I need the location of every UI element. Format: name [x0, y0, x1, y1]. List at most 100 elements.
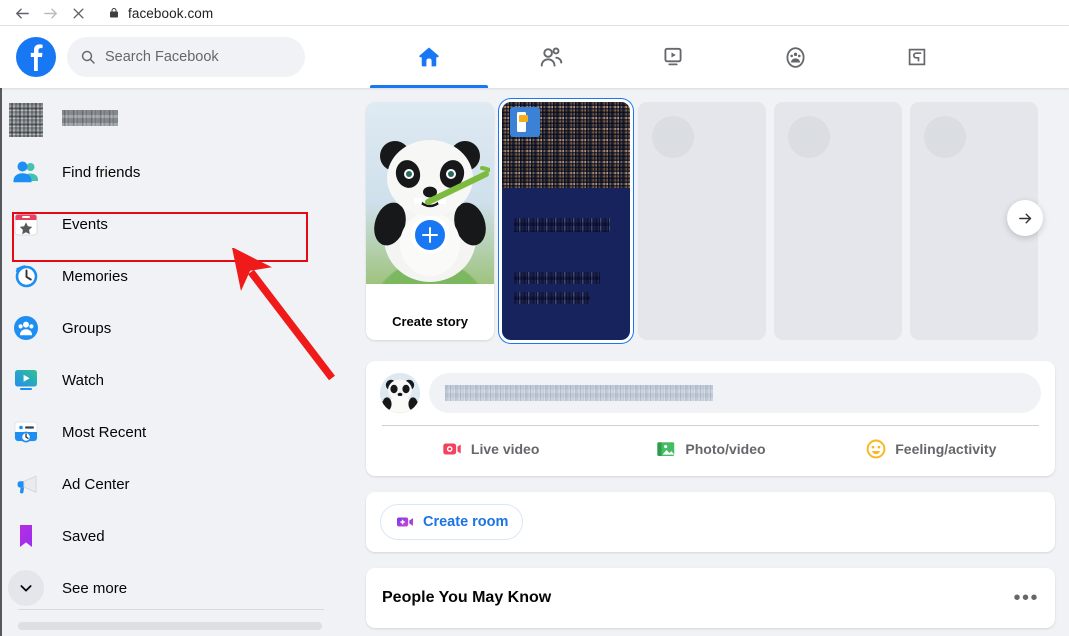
close-icon [73, 8, 83, 18]
redacted-story-caption-2 [514, 272, 600, 284]
avatar [8, 102, 44, 138]
avatar-placeholder [788, 116, 830, 158]
create-room-icon [397, 517, 413, 527]
friends-icon [540, 47, 562, 67]
sidebar-item-events[interactable]: Events [2, 198, 360, 250]
more-options-icon[interactable]: ••• [1013, 588, 1039, 608]
photo-video-button[interactable]: Photo/video [600, 426, 820, 472]
sidebar-item-label: Most Recent [62, 423, 147, 441]
story-card-placeholder[interactable] [638, 102, 766, 340]
sidebar-item-label: Saved [62, 527, 105, 545]
panda-avatar-illustration [380, 373, 420, 413]
create-story-label: Create story [392, 314, 468, 329]
story-card-placeholder[interactable] [774, 102, 902, 340]
sidebar-item-saved[interactable]: Saved [2, 510, 360, 562]
feeling-activity-icon [866, 439, 886, 459]
address-bar[interactable]: facebook.com [108, 6, 213, 21]
sidebar-item-label: Ad Center [62, 475, 130, 493]
sidebar-item-see-more[interactable]: See more [2, 562, 360, 614]
facebook-logo[interactable] [16, 37, 56, 77]
stories-next-button[interactable] [1007, 200, 1043, 236]
watch-icon [8, 362, 44, 398]
tab-home[interactable] [368, 26, 490, 88]
browser-toolbar: facebook.com [0, 0, 1069, 26]
create-room-card: Create room [366, 492, 1055, 552]
sidebar-item-profile[interactable] [2, 94, 360, 146]
photo-video-label: Photo/video [685, 441, 766, 457]
live-video-icon [443, 443, 461, 455]
arrow-left-icon [15, 8, 29, 18]
story-thumbnail [366, 102, 494, 284]
people-you-may-know-card: People You May Know ••• [366, 568, 1055, 628]
sidebar-item-label: Groups [62, 319, 112, 337]
avatar-placeholder [924, 116, 966, 158]
watch-icon [664, 47, 682, 66]
primary-navigation [368, 26, 978, 88]
live-video-button[interactable]: Live video [380, 426, 600, 472]
avatar[interactable] [380, 373, 420, 413]
sidebar-item-label [62, 110, 118, 130]
arrow-right-icon [43, 8, 57, 18]
redacted-composer-text [445, 385, 713, 401]
tab-gaming[interactable] [856, 26, 978, 88]
redacted-story-caption-1 [514, 218, 610, 232]
sidebar-item-label: Find friends [62, 163, 141, 181]
left-sidebar[interactable]: Find friends Events Memories Groups Watc… [0, 88, 360, 636]
news-feed: Create story Live video Photo/video Feel… [360, 88, 1069, 636]
sidebar-item-find-friends[interactable]: Find friends [2, 146, 360, 198]
tab-watch[interactable] [612, 26, 734, 88]
window-edge-rail [0, 88, 2, 636]
chevron-down-icon [20, 585, 32, 592]
create-room-button[interactable]: Create room [380, 504, 524, 540]
composer-input[interactable] [429, 373, 1041, 413]
saved-icon [8, 518, 44, 554]
avatar-placeholder [652, 116, 694, 158]
feeling-activity-label: Feeling/activity [895, 441, 997, 457]
sidebar-item-memories[interactable]: Memories [2, 250, 360, 302]
sidebar-item-label: See more [62, 579, 128, 597]
search-input[interactable]: Search Facebook [67, 37, 305, 77]
sidebar-item-ad-center[interactable]: Ad Center [2, 458, 360, 510]
story-card-photo[interactable] [502, 102, 630, 340]
search-placeholder: Search Facebook [105, 49, 219, 65]
redacted-avatar [9, 103, 43, 137]
see-more-icon-wrap [8, 570, 44, 606]
sidebar-item-groups[interactable]: Groups [2, 302, 360, 354]
story-avatar-badge [510, 107, 540, 137]
post-composer: Live video Photo/video Feeling/activity [366, 361, 1055, 476]
sidebar-horizontal-scrollbar[interactable] [18, 622, 322, 630]
create-room-label: Create room [423, 514, 509, 530]
browser-stop-button[interactable] [64, 2, 92, 24]
memories-icon [8, 258, 44, 294]
composer-actions: Live video Photo/video Feeling/activity [380, 426, 1041, 472]
sidebar-divider [18, 609, 324, 610]
groups-icon [8, 310, 44, 346]
create-story-plus-button[interactable] [411, 216, 449, 254]
find-friends-icon [8, 154, 44, 190]
browser-forward-button[interactable] [36, 2, 64, 24]
sidebar-item-most-recent[interactable]: Most Recent [2, 406, 360, 458]
page-body: Find friends Events Memories Groups Watc… [0, 88, 1069, 636]
facebook-header: Search Facebook [0, 26, 1069, 88]
redacted-name [62, 110, 118, 126]
sidebar-item-watch[interactable]: Watch [2, 354, 360, 406]
photo-video-icon [657, 442, 675, 456]
arrow-right-icon [1018, 213, 1031, 223]
sidebar-item-label: Events [62, 215, 108, 233]
stories-tray: Create story [366, 102, 1055, 350]
live-video-label: Live video [470, 441, 540, 457]
story-card-create[interactable]: Create story [366, 102, 494, 340]
most-recent-icon [8, 414, 44, 450]
feeling-activity-button[interactable]: Feeling/activity [821, 426, 1041, 472]
tab-groups[interactable] [734, 26, 856, 88]
search-icon [81, 50, 95, 64]
gaming-icon [908, 48, 926, 66]
events-icon [8, 206, 44, 242]
groups-icon [786, 46, 804, 68]
tab-friends[interactable] [490, 26, 612, 88]
browser-back-button[interactable] [8, 2, 36, 24]
panda-illustration [374, 140, 490, 282]
home-icon [419, 47, 439, 67]
sidebar-item-label: Memories [62, 267, 128, 285]
url-text: facebook.com [128, 5, 214, 21]
